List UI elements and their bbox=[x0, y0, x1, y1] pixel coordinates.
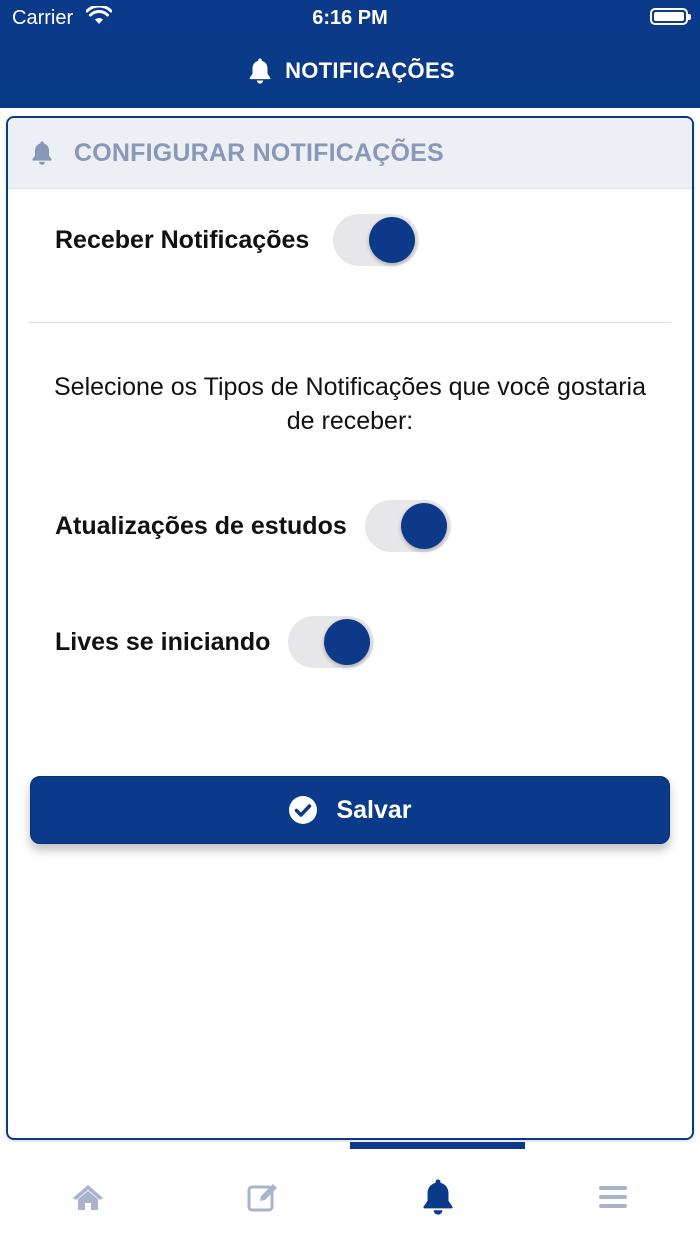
study-updates-toggle[interactable] bbox=[364, 500, 451, 552]
status-bar: Carrier 6:16 PM bbox=[0, 0, 700, 36]
menu-icon bbox=[598, 1186, 627, 1208]
check-circle-icon bbox=[289, 796, 318, 824]
tab-bar bbox=[0, 1142, 700, 1244]
receive-notifications-toggle[interactable] bbox=[333, 214, 420, 266]
card-header: CONFIGURAR NOTIFICAÇÕES bbox=[8, 118, 692, 189]
divider bbox=[29, 322, 671, 323]
tab-edit[interactable] bbox=[175, 1152, 350, 1242]
save-button[interactable]: Salvar bbox=[30, 776, 670, 844]
lives-starting-label: Lives se iniciando bbox=[55, 627, 271, 656]
tab-notifications[interactable] bbox=[350, 1152, 525, 1242]
card-title: CONFIGURAR NOTIFICAÇÕES bbox=[74, 138, 444, 167]
study-updates-row: Atualizações de estudos bbox=[55, 500, 451, 552]
save-button-label: Salvar bbox=[336, 795, 412, 824]
home-icon bbox=[72, 1185, 103, 1210]
tab-home[interactable] bbox=[0, 1152, 175, 1242]
page-title: NOTIFICAÇÕES bbox=[0, 50, 700, 92]
battery-icon bbox=[650, 8, 691, 25]
edit-icon bbox=[247, 1184, 277, 1212]
active-tab-indicator bbox=[350, 1142, 525, 1149]
page-title-text: NOTIFICAÇÕES bbox=[285, 58, 455, 83]
bell-icon bbox=[249, 58, 271, 84]
bell-icon bbox=[422, 1179, 453, 1215]
bell-icon bbox=[32, 141, 52, 165]
status-time: 6:16 PM bbox=[312, 7, 388, 29]
toggle-knob bbox=[400, 503, 447, 549]
toggle-knob bbox=[369, 217, 416, 263]
tab-menu[interactable] bbox=[525, 1152, 700, 1242]
app-header: Carrier 6:16 PM NOTIFICAÇÕES bbox=[0, 0, 700, 108]
notification-types-prompt: Selecione os Tipos de Notificações que v… bbox=[53, 373, 647, 435]
receive-notifications-row: Receber Notificações bbox=[55, 214, 420, 266]
notification-settings-card: CONFIGURAR NOTIFICAÇÕES Receber Notifica… bbox=[8, 118, 692, 1138]
toggle-knob bbox=[324, 619, 371, 665]
study-updates-label: Atualizações de estudos bbox=[55, 511, 347, 540]
lives-starting-toggle[interactable] bbox=[288, 616, 375, 668]
receive-notifications-label: Receber Notificações bbox=[55, 225, 310, 254]
lives-starting-row: Lives se iniciando bbox=[55, 616, 375, 668]
